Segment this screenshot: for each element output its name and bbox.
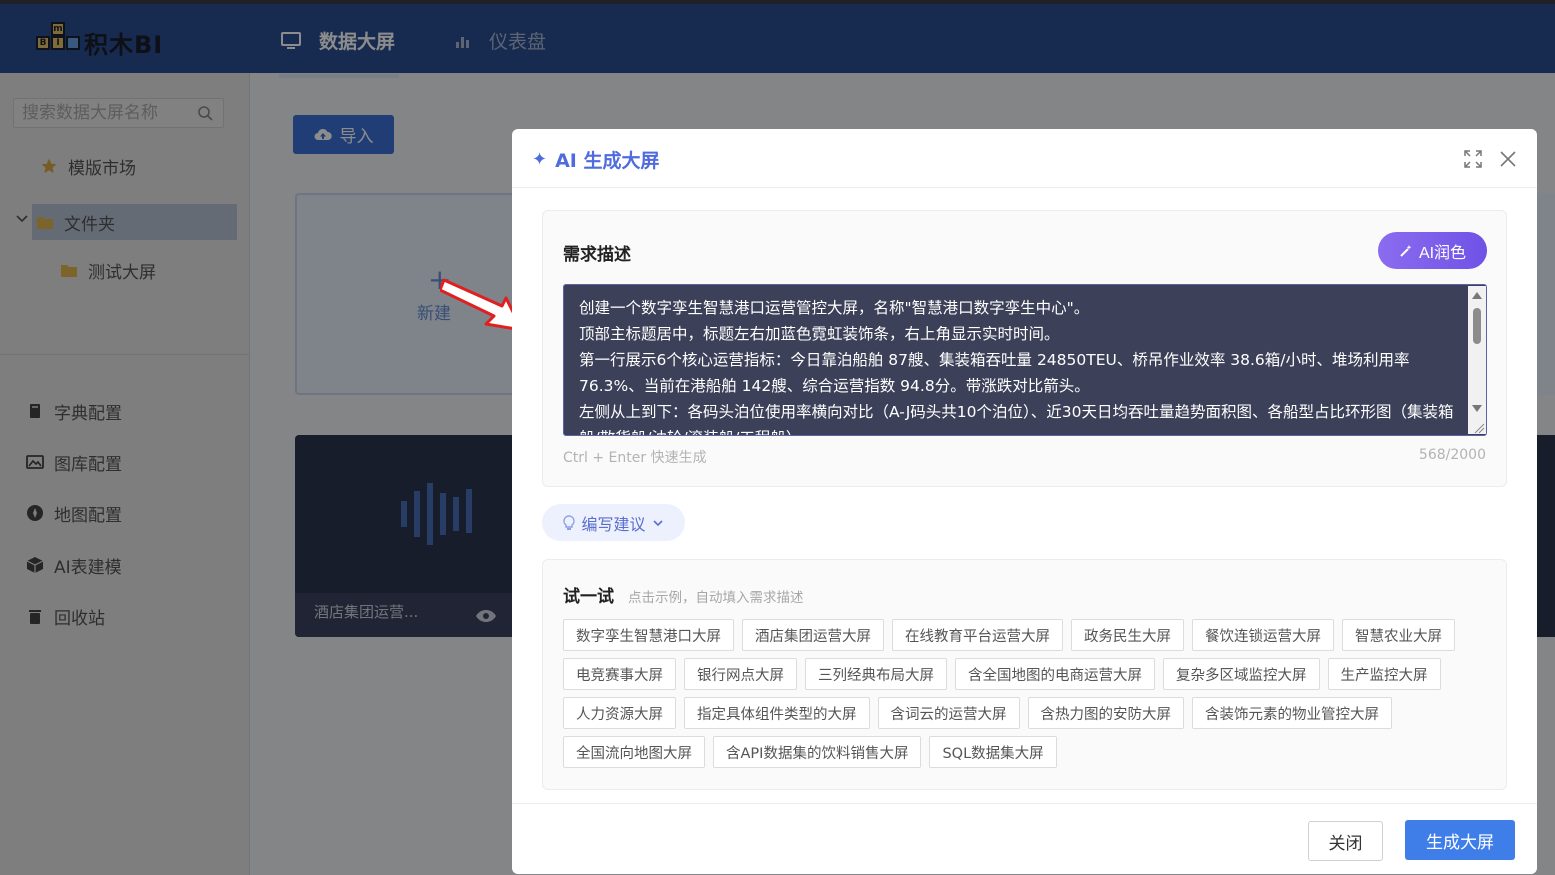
example-tag[interactable]: 含全国地图的电商运营大屏 [955, 658, 1155, 690]
example-tag[interactable]: 三列经典布局大屏 [805, 658, 947, 690]
chevron-down-icon [652, 519, 663, 526]
example-tag[interactable]: 含词云的运营大屏 [877, 697, 1020, 729]
example-tag[interactable]: 数字孪生智慧港口大屏 [563, 619, 734, 651]
modal-header: ✦ AI 生成大屏 [512, 129, 1537, 188]
requirement-title: 需求描述 [563, 245, 631, 265]
example-tag[interactable]: 智慧农业大屏 [1342, 619, 1455, 651]
example-tag[interactable]: 人力资源大屏 [563, 697, 676, 729]
example-tag[interactable]: 复杂多区域监控大屏 [1163, 658, 1320, 690]
lightbulb-icon [563, 514, 576, 530]
try-examples-panel: 试一试 点击示例，自动填入需求描述 数字孪生智慧港口大屏 酒店集团运营大屏 在线教育… [542, 559, 1507, 790]
example-tag[interactable]: 酒店集团运营大屏 [742, 619, 884, 651]
example-tag[interactable]: SQL数据集大屏 [929, 736, 1057, 768]
example-tag[interactable]: 银行网点大屏 [684, 658, 797, 690]
modal-body: 需求描述 AI润色 创建一个数字孪生智慧港口运营管控大屏，名称"智慧港口数字孪生… [512, 189, 1537, 803]
requirement-panel: 需求描述 AI润色 创建一个数字孪生智慧港口运营管控大屏，名称"智慧港口数字孪生… [542, 210, 1507, 487]
sparkle-icon: ✦ [532, 149, 548, 170]
fullscreen-icon[interactable] [1463, 149, 1483, 169]
modal-title: ✦ AI 生成大屏 [532, 146, 659, 173]
ai-generate-modal: ✦ AI 生成大屏 需求描述 AI润色 创建一个数字孪生智慧港口运营管控大屏，名… [512, 129, 1537, 874]
example-tag[interactable]: 餐饮连锁运营大屏 [1192, 619, 1334, 651]
scrollbar-thumb[interactable] [1473, 308, 1481, 344]
close-button[interactable]: 关闭 [1308, 821, 1383, 861]
ai-polish-button[interactable]: AI润色 [1378, 232, 1487, 269]
requirement-textarea[interactable]: 创建一个数字孪生智慧港口运营管控大屏，名称"智慧港口数字孪生中心"。 顶部主标题… [563, 284, 1487, 436]
example-tag[interactable]: 指定具体组件类型的大屏 [684, 697, 870, 729]
scroll-up-arrow-icon[interactable] [1472, 292, 1482, 299]
magic-wand-icon [1400, 244, 1412, 257]
example-tag[interactable]: 在线教育平台运营大屏 [892, 619, 1063, 651]
textarea-scrollbar[interactable] [1468, 286, 1486, 434]
example-tag[interactable]: 政务民生大屏 [1071, 619, 1184, 651]
example-tag-list: 数字孪生智慧港口大屏 酒店集团运营大屏 在线教育平台运营大屏 政务民生大屏 餐饮连锁运营… [563, 619, 1493, 775]
example-tag[interactable]: 全国流向地图大屏 [563, 736, 705, 768]
example-tag[interactable]: 含API数据集的饮料销售大屏 [713, 736, 922, 768]
example-tag[interactable]: 含热力图的安防大屏 [1027, 697, 1184, 729]
example-tag[interactable]: 电竞赛事大屏 [563, 658, 676, 690]
example-tag[interactable]: 含装饰元素的物业管控大屏 [1192, 697, 1392, 729]
modal-footer: 关闭 生成大屏 [512, 803, 1537, 874]
writing-suggestions-button[interactable]: 编写建议 [542, 504, 685, 541]
close-icon[interactable] [1498, 149, 1518, 169]
resize-grip-icon[interactable] [1471, 420, 1485, 434]
example-tag[interactable]: 生产监控大屏 [1327, 658, 1441, 690]
try-title: 试一试 [563, 587, 614, 607]
char-counter: 568/2000 [1418, 447, 1486, 463]
generate-screen-button[interactable]: 生成大屏 [1405, 820, 1515, 860]
requirement-text[interactable]: 创建一个数字孪生智慧港口运营管控大屏，名称"智慧港口数字孪生中心"。 顶部主标题… [579, 295, 1454, 435]
try-subtitle: 点击示例，自动填入需求描述 [628, 590, 804, 606]
ai-polish-label: AI润色 [1418, 244, 1467, 262]
writing-suggestions-label: 编写建议 [581, 516, 646, 534]
modal-title-text: AI 生成大屏 [555, 150, 660, 172]
scroll-down-arrow-icon[interactable] [1472, 405, 1482, 412]
shortcut-hint: Ctrl + Enter 快速生成 [563, 450, 707, 466]
